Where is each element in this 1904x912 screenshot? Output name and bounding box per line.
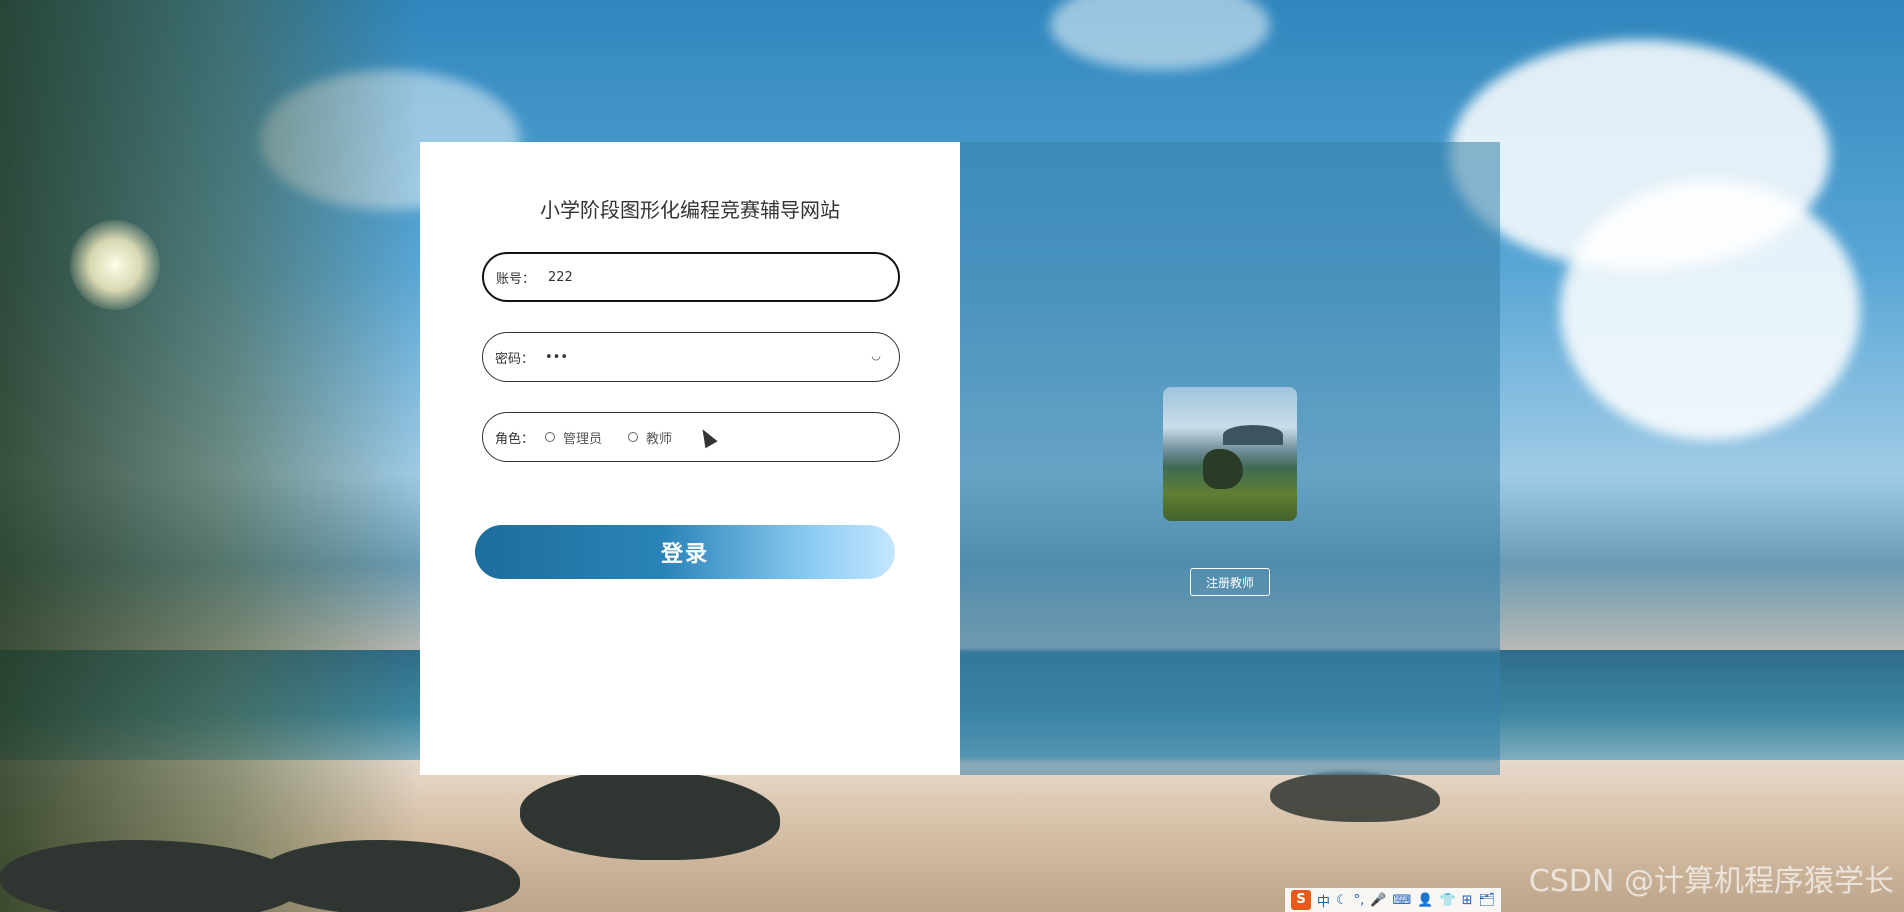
ime-toolbar[interactable]: S 中 ☾ °, 🎤 ⌨ 👤 👕 ⊞ 🗂 — [1285, 888, 1502, 912]
role-label: 角色： — [495, 431, 535, 447]
account-label: 账号： — [496, 271, 536, 287]
account-input[interactable] — [546, 268, 850, 286]
logo-hill — [1223, 425, 1283, 445]
grid-icon[interactable]: ⊞ — [1462, 893, 1473, 908]
register-teacher-button[interactable]: 注册教师 — [1190, 568, 1270, 596]
ime-chinese-mode[interactable]: 中 — [1317, 891, 1330, 910]
side-panel: 注册教师 — [960, 142, 1500, 775]
radio-circle-icon[interactable] — [628, 432, 639, 442]
sogou-logo-icon[interactable]: S — [1291, 890, 1311, 910]
cloud — [1050, 0, 1270, 70]
radio-circle-icon[interactable] — [545, 432, 555, 442]
role-radio-admin[interactable]: 管理员 — [545, 428, 602, 447]
logo-rocks — [1203, 449, 1243, 489]
role-admin-label: 管理员 — [563, 431, 603, 447]
password-label: 密码： — [495, 351, 535, 367]
logo-image — [1163, 387, 1297, 521]
role-radio-teacher[interactable]: 教师 — [628, 428, 672, 447]
password-field[interactable]: 密码： ••• ◡ — [482, 332, 900, 382]
user-icon[interactable]: 👤 — [1417, 893, 1433, 908]
cloud — [1560, 180, 1860, 440]
role-teacher-label: 教师 — [646, 431, 673, 447]
punctuation-icon[interactable]: °, — [1354, 893, 1365, 908]
account-field[interactable]: 账号： — [482, 252, 900, 302]
eye-closed-icon[interactable]: ◡ — [869, 349, 883, 363]
password-input[interactable]: ••• — [545, 350, 845, 365]
moon-icon[interactable]: ☾ — [1336, 893, 1348, 908]
microphone-icon[interactable]: 🎤 — [1370, 893, 1386, 908]
role-field: 角色： 管理员 教师 — [482, 412, 900, 462]
skin-icon[interactable]: 👕 — [1439, 893, 1455, 908]
toolbox-icon[interactable]: 🗂 — [1479, 893, 1496, 908]
keyboard-icon[interactable]: ⌨ — [1393, 893, 1412, 908]
palm-trees — [0, 0, 420, 912]
login-button[interactable]: 登录 — [475, 525, 895, 579]
watermark: CSDN @计算机程序猿学长 — [1528, 864, 1894, 899]
login-panel: 小学阶段图形化编程竞赛辅导网站 账号： 密码： ••• ◡ 角色： 管理员 教师… — [420, 142, 960, 775]
sun — [70, 220, 160, 310]
site-title: 小学阶段图形化编程竞赛辅导网站 — [540, 198, 840, 222]
